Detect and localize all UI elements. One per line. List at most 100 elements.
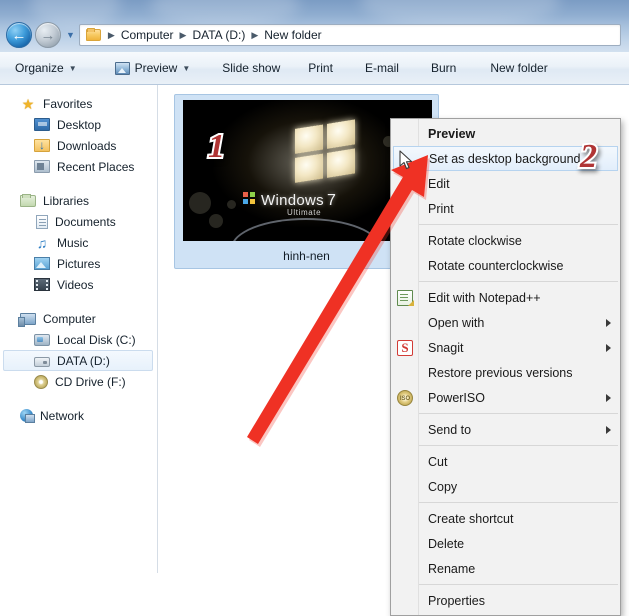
sidebar-item-recent-places[interactable]: Recent Places (0, 156, 157, 177)
recent-places-icon (34, 160, 50, 173)
menu-item-cut[interactable]: Cut (391, 449, 620, 474)
spacer (0, 295, 157, 308)
downloads-icon (34, 139, 50, 152)
context-menu: Preview Set as desktop background Edit P… (390, 118, 621, 616)
desktop-icon (34, 118, 50, 131)
menu-item-delete[interactable]: Delete (391, 531, 620, 556)
sidebar-label: Computer (43, 312, 96, 326)
breadcrumb-computer[interactable]: Computer (119, 28, 176, 42)
menu-item-label: Delete (428, 537, 464, 551)
version-label: 7 (327, 192, 336, 210)
sidebar-label: Documents (55, 215, 116, 229)
preview-icon (115, 62, 130, 75)
menu-item-create-shortcut[interactable]: Create shortcut (391, 506, 620, 531)
step-badge-2: 2 (580, 138, 597, 176)
chevron-right-icon: ▶ (104, 30, 119, 41)
new-folder-label: New folder (490, 61, 547, 75)
notepadpp-icon (397, 290, 413, 306)
menu-item-label: Create shortcut (428, 512, 513, 526)
menu-separator (419, 281, 618, 282)
navigation-bar: ← → ▼ ▶ Computer ▶ DATA (D:) ▶ New folde… (0, 18, 629, 52)
sidebar-group-network[interactable]: Network (0, 405, 157, 426)
sidebar-group-favorites[interactable]: ★ Favorites (0, 93, 157, 114)
sidebar-item-downloads[interactable]: Downloads (0, 135, 157, 156)
sidebar-item-cd-drive-f[interactable]: CD Drive (F:) (0, 371, 157, 392)
back-button[interactable]: ← (6, 22, 32, 48)
sidebar-label: Music (57, 236, 88, 250)
chevron-down-icon: ▼ (69, 64, 77, 73)
drive-icon (34, 357, 50, 367)
bokeh-circle (227, 200, 236, 209)
menu-item-rename[interactable]: Rename (391, 556, 620, 581)
sidebar-group-computer[interactable]: Computer (0, 308, 157, 329)
address-bar[interactable]: ▶ Computer ▶ DATA (D:) ▶ New folder (79, 24, 621, 46)
print-button[interactable]: Print (299, 57, 342, 79)
menu-item-label: Preview (428, 127, 475, 141)
sidebar-item-videos[interactable]: Videos (0, 274, 157, 295)
organize-label: Organize (15, 61, 64, 75)
menu-item-restore-previous-versions[interactable]: Restore previous versions (391, 360, 620, 385)
menu-item-label: PowerISO (428, 391, 485, 405)
sidebar-label: Downloads (57, 139, 116, 153)
slideshow-button[interactable]: Slide show (213, 57, 289, 79)
menu-item-label: Rename (428, 562, 475, 576)
sidebar-label: Local Disk (C:) (57, 333, 136, 347)
menu-separator (419, 224, 618, 225)
sidebar-label: Videos (57, 278, 93, 292)
history-dropdown-icon[interactable]: ▼ (66, 30, 75, 40)
menu-item-rotate-counterclockwise[interactable]: Rotate counterclockwise (391, 253, 620, 278)
star-icon: ★ (20, 97, 36, 111)
preview-button[interactable]: Preview ▼ (106, 57, 200, 79)
menu-item-label: Cut (428, 455, 447, 469)
forward-button[interactable]: → (35, 22, 61, 48)
burn-label: Burn (431, 61, 456, 75)
poweriso-icon: ISO (397, 390, 413, 406)
menu-item-poweriso[interactable]: ISO PowerISO (391, 385, 620, 410)
menu-item-print[interactable]: Print (391, 196, 620, 221)
menu-separator (419, 584, 618, 585)
new-folder-button[interactable]: New folder (481, 57, 556, 79)
menu-item-rotate-clockwise[interactable]: Rotate clockwise (391, 228, 620, 253)
email-button[interactable]: E-mail (356, 57, 408, 79)
menu-item-label: Print (428, 202, 454, 216)
breadcrumb-data-drive[interactable]: DATA (D:) (190, 28, 247, 42)
submenu-arrow-icon (606, 319, 611, 327)
sidebar-item-music[interactable]: ♫ Music (0, 232, 157, 253)
folder-icon (86, 29, 101, 41)
sidebar-item-documents[interactable]: Documents (0, 211, 157, 232)
sidebar-label: Favorites (43, 97, 92, 111)
menu-item-label: Properties (428, 594, 485, 608)
menu-item-properties[interactable]: Properties (391, 588, 620, 613)
menu-item-label: Open with (428, 316, 484, 330)
breadcrumb-new-folder[interactable]: New folder (262, 28, 323, 42)
music-icon: ♫ (34, 236, 50, 250)
menu-item-open-with[interactable]: Open with (391, 310, 620, 335)
computer-icon (20, 313, 36, 325)
menu-item-copy[interactable]: Copy (391, 474, 620, 499)
pictures-icon (34, 257, 50, 270)
preview-label: Preview (135, 61, 178, 75)
menu-item-snagit[interactable]: S Snagit (391, 335, 620, 360)
menu-item-label: Edit (428, 177, 450, 191)
sidebar-item-pictures[interactable]: Pictures (0, 253, 157, 274)
burn-button[interactable]: Burn (422, 57, 465, 79)
spacer (0, 177, 157, 190)
sidebar-item-desktop[interactable]: Desktop (0, 114, 157, 135)
sidebar-group-libraries[interactable]: Libraries (0, 190, 157, 211)
sidebar-item-data-d[interactable]: DATA (D:) (3, 350, 153, 371)
cd-drive-icon (34, 375, 48, 389)
sidebar-label: Network (40, 409, 84, 423)
sidebar-item-local-disk-c[interactable]: Local Disk (C:) (0, 329, 157, 350)
spacer (0, 392, 157, 405)
command-toolbar: Organize ▼ Preview ▼ Slide show Print E-… (0, 52, 629, 85)
menu-item-label: Set as desktop background (429, 152, 581, 166)
sidebar-label: Libraries (43, 194, 89, 208)
menu-separator (419, 413, 618, 414)
menu-item-label: Rotate counterclockwise (428, 259, 563, 273)
step-badge-1: 1 (208, 128, 225, 166)
menu-item-send-to[interactable]: Send to (391, 417, 620, 442)
organize-button[interactable]: Organize ▼ (6, 57, 86, 79)
menu-item-edit-with-notepadpp[interactable]: Edit with Notepad++ (391, 285, 620, 310)
menu-item-label: Send to (428, 423, 471, 437)
menu-separator (419, 445, 618, 446)
